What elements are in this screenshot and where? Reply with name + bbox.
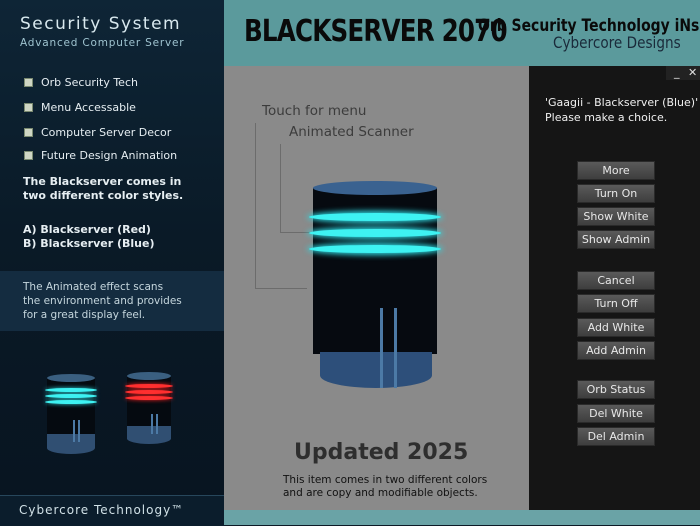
orb-status-button[interactable]: Orb Status bbox=[577, 380, 655, 399]
del-white-button[interactable]: Del White bbox=[577, 404, 655, 423]
mini-canister-red bbox=[125, 372, 173, 448]
minimize-icon[interactable]: _ bbox=[674, 66, 680, 79]
scanner-ring bbox=[309, 245, 441, 253]
effect-description: The Animated effect scans the environmen… bbox=[23, 281, 182, 321]
scanner-ring bbox=[309, 229, 441, 237]
style-list: A) Blackserver (Red) B) Blackserver (Blu… bbox=[23, 223, 155, 250]
mini-canister-blue bbox=[45, 374, 97, 456]
bullet-icon bbox=[24, 151, 33, 160]
close-icon[interactable]: ✕ bbox=[688, 66, 697, 79]
sidebar-subtitle: Advanced Computer Server bbox=[20, 37, 185, 49]
show-white-button[interactable]: Show White bbox=[577, 207, 655, 226]
product-description: This item comes in two different colors … bbox=[283, 474, 488, 499]
brand-title: BLACKSERVER 2070 bbox=[244, 14, 508, 49]
canister-top bbox=[313, 181, 437, 195]
feature-item: Menu Accessable bbox=[24, 101, 136, 114]
label-animated-scanner: Animated Scanner bbox=[289, 124, 414, 140]
footer-brand: Cybercore Technology™ bbox=[19, 503, 185, 517]
cancel-button[interactable]: Cancel bbox=[577, 271, 655, 290]
canister-stripe bbox=[380, 308, 383, 388]
more-button[interactable]: More bbox=[577, 161, 655, 180]
bullet-icon bbox=[24, 103, 33, 112]
turn-off-button[interactable]: Turn Off bbox=[577, 294, 655, 313]
turn-on-button[interactable]: Turn On bbox=[577, 184, 655, 203]
add-white-button[interactable]: Add White bbox=[577, 318, 655, 337]
sidebar-title: Security System bbox=[20, 14, 182, 34]
del-admin-button[interactable]: Del Admin bbox=[577, 427, 655, 446]
bullet-icon bbox=[24, 128, 33, 137]
add-admin-button[interactable]: Add Admin bbox=[577, 341, 655, 360]
show-admin-button[interactable]: Show Admin bbox=[577, 230, 655, 249]
feature-item: Orb Security Tech bbox=[24, 76, 138, 89]
label-touch-menu: Touch for menu bbox=[262, 103, 367, 119]
canister-stripe bbox=[394, 308, 397, 388]
feature-item: Future Design Animation bbox=[24, 149, 177, 162]
bottom-bar bbox=[224, 510, 700, 525]
bullet-icon bbox=[24, 78, 33, 87]
canister-base bbox=[320, 352, 432, 388]
designer-name: Cybercore Designs bbox=[553, 33, 681, 52]
scanner-ring bbox=[309, 213, 441, 221]
styles-intro: The Blackserver comes in two different c… bbox=[23, 175, 184, 202]
feature-item: Computer Server Decor bbox=[24, 126, 171, 139]
updated-label: Updated 2025 bbox=[294, 440, 469, 465]
dialog-message: 'Gaagii - Blackserver (Blue)' Please mak… bbox=[545, 96, 699, 124]
